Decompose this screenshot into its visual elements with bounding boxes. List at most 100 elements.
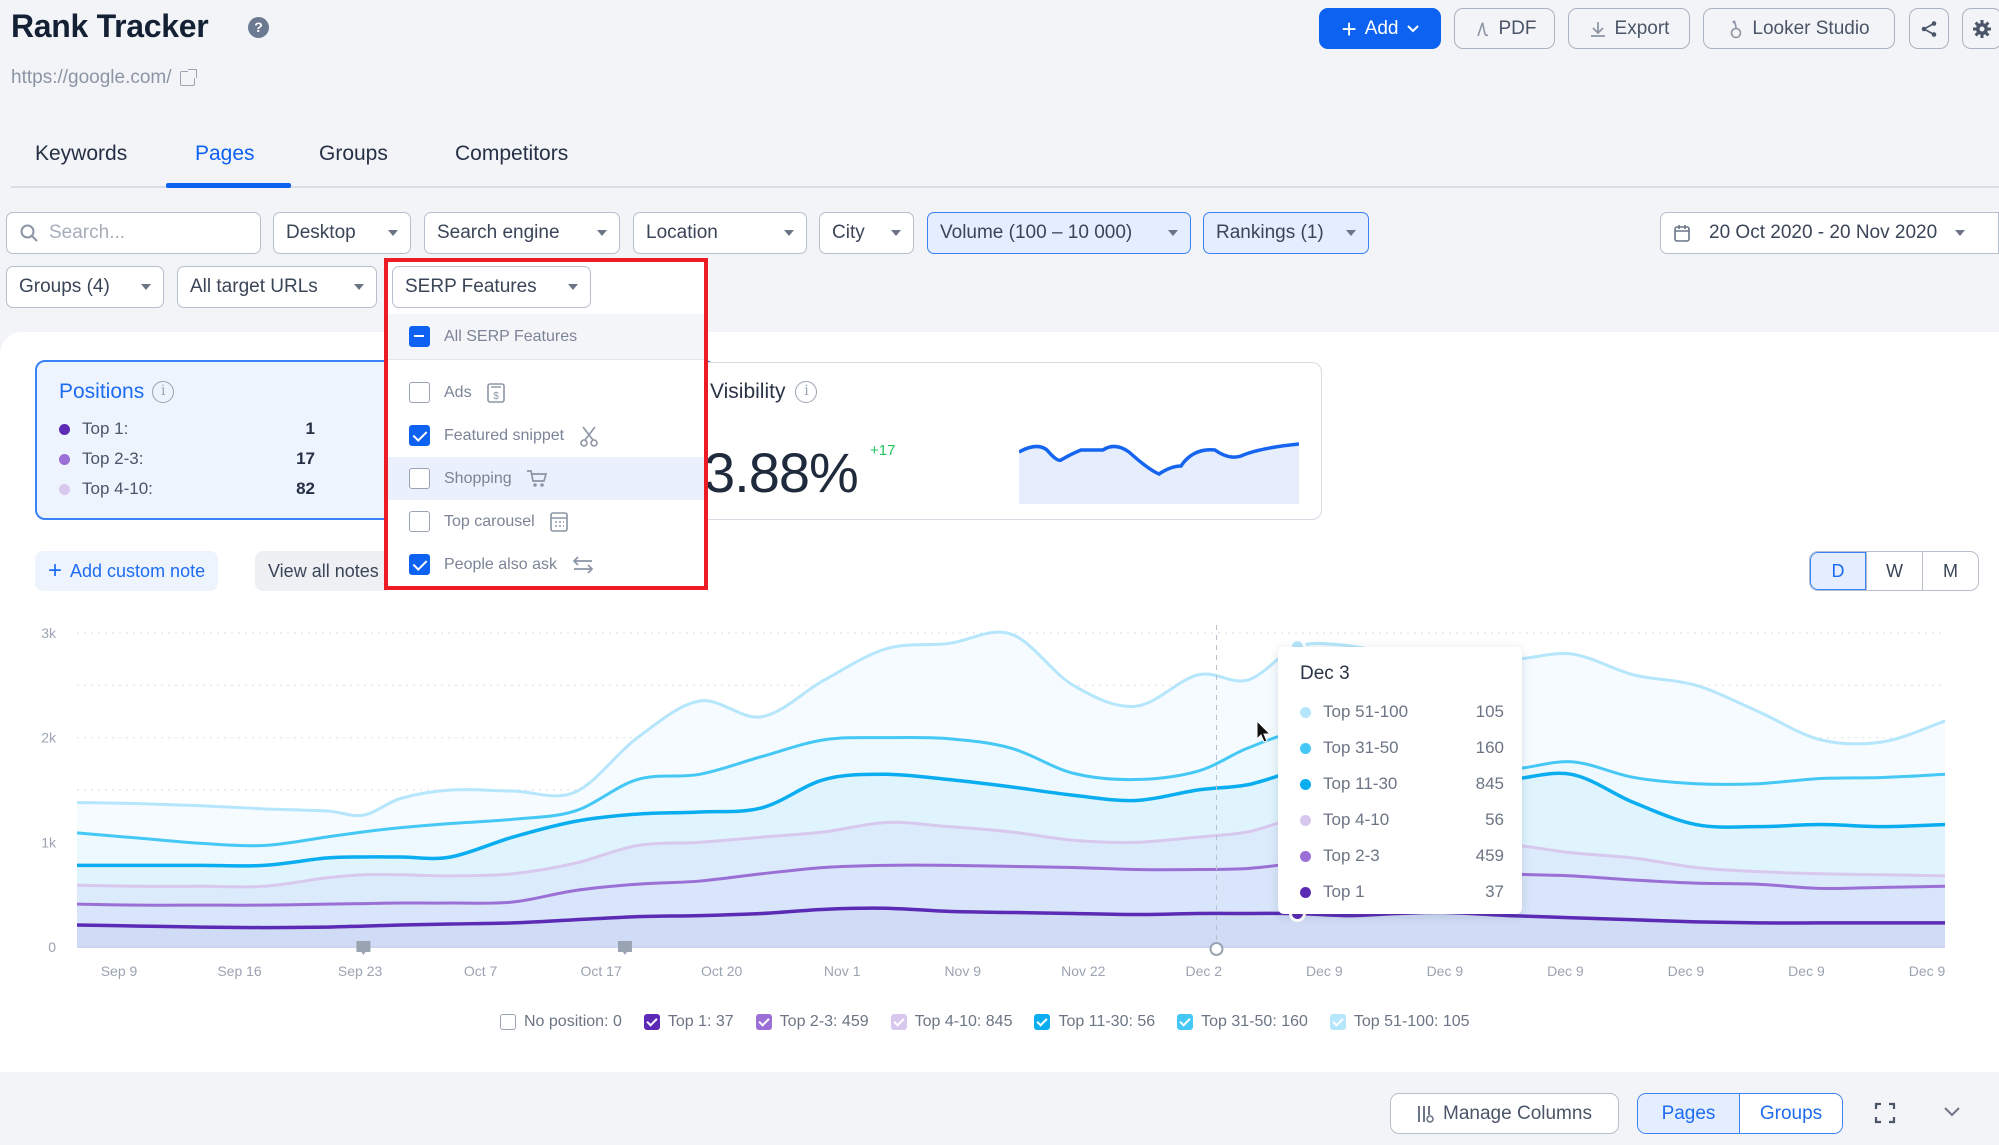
- legend-checkbox[interactable]: [1034, 1014, 1051, 1030]
- tooltip-dot: [1300, 886, 1311, 898]
- tab-keywords[interactable]: Keywords: [35, 142, 127, 180]
- search-input[interactable]: [49, 222, 199, 244]
- tab-competitors[interactable]: Competitors: [455, 142, 568, 180]
- tab-groups[interactable]: Groups: [319, 142, 388, 180]
- device-select[interactable]: Desktop: [273, 212, 411, 254]
- x-tick-label: Sep 9: [101, 963, 138, 979]
- positions-title: Positions i: [59, 380, 175, 404]
- serp-option-people-also-ask[interactable]: People also ask: [388, 543, 704, 586]
- tooltip-value: 160: [1475, 738, 1504, 757]
- visibility-delta: +17: [870, 442, 896, 459]
- pdf-button[interactable]: PDF: [1454, 8, 1555, 49]
- x-tick-label: Oct 20: [701, 963, 742, 979]
- manage-columns-button[interactable]: Manage Columns: [1390, 1093, 1619, 1134]
- positions-row: Top 4-10: 82: [59, 479, 315, 499]
- x-tick-label: Sep 16: [217, 963, 262, 979]
- legend-checkbox[interactable]: [1329, 1014, 1346, 1030]
- info-icon[interactable]: i: [795, 381, 818, 403]
- serp-option-label: People also ask: [444, 555, 557, 573]
- serp-option-shopping[interactable]: Shopping: [388, 457, 704, 500]
- search-icon: [20, 224, 38, 242]
- tooltip-value: 845: [1475, 774, 1504, 793]
- tab-pages[interactable]: Pages: [195, 142, 255, 180]
- all-serp-checkbox[interactable]: [409, 326, 430, 347]
- tooltip-row: Top 4-10 56: [1300, 810, 1504, 830]
- shopping-checkbox[interactable]: [409, 468, 430, 489]
- tooltip-row: Top 11-30 845: [1300, 774, 1504, 794]
- add-custom-note-button[interactable]: + Add custom note: [35, 551, 219, 591]
- positions-row: Top 1: 1: [59, 419, 315, 439]
- rankings-filter[interactable]: Rankings (1): [1203, 212, 1369, 254]
- legend-checkbox[interactable]: [1177, 1014, 1194, 1030]
- chevron-down-icon[interactable]: [1943, 1106, 1961, 1118]
- volume-filter[interactable]: Volume (100 – 10 000): [927, 212, 1191, 254]
- legend-checkbox[interactable]: [890, 1014, 907, 1030]
- x-tick-label: Dec 9: [1909, 963, 1946, 979]
- serp-option-top-carousel[interactable]: Top carousel: [388, 500, 704, 543]
- view-toggle: Pages Groups: [1637, 1093, 1843, 1134]
- positions-chart: 0 1k 2k 3k Sep 9 Sep 16 Sep 23 Oct 7 Oct 17 Oct 2…: [41, 625, 1946, 979]
- view-pages[interactable]: Pages: [1638, 1094, 1740, 1133]
- settings-button[interactable]: [1962, 8, 1999, 49]
- tooltip-label: Top 4-10: [1323, 810, 1390, 829]
- share-button[interactable]: [1909, 8, 1949, 49]
- legend-label: Top 31-50: 160: [1201, 1013, 1308, 1030]
- tooltip-label: Top 2-3: [1323, 846, 1380, 865]
- top-carousel-checkbox[interactable]: [409, 511, 430, 532]
- legend-item[interactable]: Top 51-100: 105: [1329, 1013, 1470, 1031]
- chart-tooltip: Dec 3 Top 51-100 105 Top 31-50 160 Top 11-…: [1278, 647, 1522, 914]
- legend-checkbox[interactable]: [755, 1014, 772, 1030]
- looker-studio-button[interactable]: Looker Studio: [1703, 8, 1895, 49]
- location-select[interactable]: Location: [633, 212, 807, 254]
- legend-item[interactable]: Top 1: 37: [643, 1013, 734, 1031]
- columns-icon: [1418, 1105, 1434, 1123]
- serp-option-all[interactable]: All SERP Features: [388, 314, 704, 360]
- legend-item[interactable]: No position: 0: [500, 1013, 622, 1031]
- pdf-icon: [1476, 21, 1488, 36]
- view-all-notes-button[interactable]: View all notes: [255, 551, 392, 591]
- x-tick-label: Dec 2: [1186, 963, 1223, 979]
- city-label: City: [832, 222, 865, 243]
- groups-label: Groups (4): [19, 276, 110, 297]
- granularity-week[interactable]: W: [1866, 552, 1922, 590]
- legend-label: Top 4-10: 845: [914, 1013, 1013, 1030]
- fullscreen-icon[interactable]: [1874, 1102, 1896, 1124]
- caret-down-icon: [1168, 230, 1178, 236]
- legend-item[interactable]: Top 2-3: 459: [755, 1013, 869, 1031]
- caret-down-icon: [1346, 230, 1356, 236]
- add-button[interactable]: + Add: [1319, 8, 1441, 49]
- legend-item[interactable]: Top 31-50: 160: [1177, 1013, 1308, 1031]
- positions-row-label: Top 2-3:: [82, 449, 144, 468]
- tooltip-label: Top 51-100: [1323, 702, 1409, 721]
- cart-icon: [526, 469, 547, 487]
- serp-option-ads[interactable]: Ads $: [388, 371, 704, 414]
- search-engine-select[interactable]: Search engine: [424, 212, 620, 254]
- search-box[interactable]: [6, 212, 261, 254]
- legend-item[interactable]: Top 4-10: 845: [890, 1013, 1013, 1031]
- groups-select[interactable]: Groups (4): [6, 266, 164, 308]
- serp-option-featured-snippet[interactable]: Featured snippet: [388, 414, 704, 457]
- view-groups[interactable]: Groups: [1740, 1094, 1842, 1133]
- featured-snippet-checkbox[interactable]: [409, 425, 430, 446]
- serp-features-select[interactable]: SERP Features: [392, 266, 591, 308]
- x-tick-label: Sep 23: [338, 963, 383, 979]
- people-also-ask-checkbox[interactable]: [409, 554, 430, 575]
- x-tick-label: Oct 7: [464, 963, 498, 979]
- date-range-picker[interactable]: 20 Oct 2020 - 20 Nov 2020: [1660, 212, 1999, 254]
- download-icon: [1590, 21, 1605, 37]
- x-tick-label: Dec 9: [1427, 963, 1464, 979]
- export-button[interactable]: Export: [1568, 8, 1690, 49]
- granularity-day[interactable]: D: [1810, 552, 1866, 590]
- site-url-link[interactable]: https://google.com/: [11, 67, 197, 89]
- legend-item[interactable]: Top 11-30: 56: [1034, 1013, 1155, 1031]
- info-icon[interactable]: i: [152, 381, 175, 403]
- caret-down-icon: [388, 230, 398, 236]
- help-icon[interactable]: ?: [248, 17, 269, 38]
- target-urls-select[interactable]: All target URLs: [177, 266, 377, 308]
- legend-checkbox[interactable]: [643, 1014, 660, 1030]
- ads-checkbox[interactable]: [409, 382, 430, 403]
- city-select[interactable]: City: [819, 212, 914, 254]
- positions-title-text: Positions: [59, 380, 145, 403]
- legend-checkbox[interactable]: [500, 1014, 516, 1030]
- granularity-month[interactable]: M: [1922, 552, 1978, 590]
